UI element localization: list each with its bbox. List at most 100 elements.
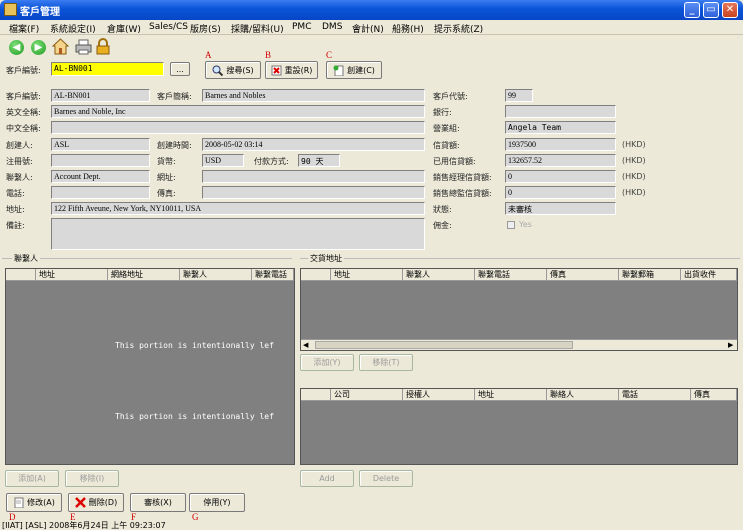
column-header[interactable]: 網絡地址 bbox=[108, 269, 180, 280]
search-button[interactable]: 搜尋(S) bbox=[205, 61, 261, 79]
shipping-horizontal-scrollbar[interactable]: ◀ ▶ bbox=[301, 339, 737, 350]
lock-icon[interactable] bbox=[96, 38, 110, 55]
companies-grid[interactable]: 公司 授權人 地址 聯絡人 電話 傳真 bbox=[300, 388, 738, 465]
director-credit-field[interactable]: 0 bbox=[505, 186, 616, 199]
manager-credit-field[interactable]: 0 bbox=[505, 170, 616, 183]
column-header[interactable]: 聯絡人 bbox=[547, 389, 619, 400]
contact-add-button[interactable]: 添加(A) bbox=[5, 470, 59, 487]
browse-button[interactable]: ... bbox=[170, 62, 190, 76]
window-title: 客戶管理 bbox=[20, 7, 60, 18]
menu-accounting[interactable]: 會計(N) bbox=[352, 22, 384, 35]
commission-checkbox[interactable] bbox=[507, 221, 515, 229]
creator-label: 創建人: bbox=[6, 141, 33, 150]
new-document-icon bbox=[333, 65, 344, 76]
shipping-remove-button[interactable]: 移除(T) bbox=[359, 354, 413, 371]
column-header[interactable]: 地址 bbox=[331, 269, 403, 280]
scroll-right-icon[interactable]: ▶ bbox=[728, 341, 733, 349]
forward-icon[interactable]: ▶ bbox=[31, 40, 46, 55]
phone-field[interactable] bbox=[51, 186, 150, 199]
menu-shipping[interactable]: 船務(H) bbox=[392, 22, 424, 35]
cn-name-field[interactable] bbox=[51, 121, 425, 134]
credit-used-currency: (HKD) bbox=[622, 156, 646, 165]
remark-field[interactable] bbox=[51, 218, 425, 250]
minimize-button[interactable]: _ bbox=[684, 2, 700, 18]
customer-code-search-label: 客戶編號: bbox=[6, 66, 41, 75]
column-header[interactable]: 聯繫人 bbox=[403, 269, 475, 280]
shipping-grid[interactable]: 地址 聯繫人 聯繫電話 傳真 聯繫郵箱 出貨收件 ◀ ▶ bbox=[300, 268, 738, 351]
disable-button[interactable]: 停用(Y) bbox=[189, 493, 245, 512]
contact-label: 聯繫人: bbox=[6, 173, 33, 182]
search-button-label: 搜尋(S) bbox=[226, 65, 254, 75]
column-header[interactable]: 聯繫郵箱 bbox=[619, 269, 681, 280]
payment-label: 付款方式: bbox=[254, 157, 289, 166]
en-name-field[interactable]: Barnes and Noble, Inc bbox=[51, 105, 425, 118]
menu-file[interactable]: 檔案(F) bbox=[9, 22, 39, 35]
modify-button[interactable]: 修改(A) bbox=[6, 493, 62, 512]
column-header[interactable]: 傳真 bbox=[691, 389, 737, 400]
payment-field[interactable]: 90 天 bbox=[298, 154, 340, 167]
fax-label: 傳真: bbox=[157, 189, 176, 198]
sales-group-field[interactable]: Angela Team bbox=[505, 121, 616, 134]
delete-button[interactable]: 刪除(D) bbox=[68, 493, 124, 512]
creator-field[interactable]: ASL bbox=[51, 138, 150, 151]
code-field[interactable]: AL-BN001 bbox=[51, 89, 150, 102]
currency-label: 貨幣: bbox=[157, 157, 176, 166]
currency-field[interactable]: USD bbox=[202, 154, 244, 167]
credit-field[interactable]: 1937500 bbox=[505, 138, 616, 151]
scroll-thumb[interactable] bbox=[315, 341, 573, 349]
column-header[interactable]: 地址 bbox=[36, 269, 108, 280]
column-header[interactable]: 聯繫電話 bbox=[475, 269, 547, 280]
back-icon[interactable]: ◀ bbox=[9, 40, 24, 55]
registration-field[interactable] bbox=[51, 154, 150, 167]
customer-id-field[interactable]: 99 bbox=[505, 89, 533, 102]
column-header[interactable]: 授權人 bbox=[403, 389, 475, 400]
edit-document-icon bbox=[13, 497, 24, 509]
menu-warehouse[interactable]: 倉庫(W) bbox=[107, 22, 141, 35]
remark-label: 備註: bbox=[6, 221, 25, 230]
bank-field[interactable] bbox=[505, 105, 616, 118]
column-header[interactable]: 地址 bbox=[475, 389, 547, 400]
contact-field[interactable]: Account Dept. bbox=[51, 170, 150, 183]
reset-button[interactable]: 重設(R) bbox=[265, 61, 318, 79]
fax-field[interactable] bbox=[202, 186, 425, 199]
short-name-field[interactable]: Barnes and Nobles bbox=[202, 89, 425, 102]
credit-used-field[interactable]: 132657.52 bbox=[505, 154, 616, 167]
company-add-button[interactable]: Add bbox=[300, 470, 354, 487]
home-icon[interactable] bbox=[51, 38, 70, 55]
menu-purchase[interactable]: 採購/留料(U) bbox=[231, 22, 284, 35]
printer-icon[interactable] bbox=[75, 39, 92, 55]
column-header[interactable]: 公司 bbox=[331, 389, 403, 400]
menu-dms[interactable]: DMS bbox=[322, 22, 342, 32]
bank-label: 銀行: bbox=[433, 108, 452, 117]
created-time-field[interactable]: 2008-05-02 03:14 bbox=[202, 138, 425, 151]
magnifier-icon bbox=[212, 65, 224, 76]
menu-pmc[interactable]: PMC bbox=[292, 22, 311, 32]
column-header[interactable]: 傳真 bbox=[547, 269, 619, 280]
column-header[interactable]: 電話 bbox=[619, 389, 691, 400]
customer-id-label: 客戶代號: bbox=[433, 92, 468, 101]
close-button[interactable]: ✕ bbox=[722, 2, 738, 18]
scroll-left-icon[interactable]: ◀ bbox=[303, 341, 308, 349]
column-header[interactable]: 出貨收件 bbox=[681, 269, 737, 280]
column-header[interactable]: 聯繫電話 bbox=[252, 269, 294, 280]
menu-bar: 檔案(F) 系統設定(I) 倉庫(W) Sales/CS 版房(S) 採購/留料… bbox=[0, 20, 743, 35]
shipping-add-button[interactable]: 添加(Y) bbox=[300, 354, 354, 371]
credit-used-label: 已用信貸額: bbox=[433, 157, 476, 166]
maximize-button[interactable]: ▭ bbox=[703, 2, 719, 18]
column-header[interactable]: 聯繫人 bbox=[180, 269, 252, 280]
create-button[interactable]: 創建(C) bbox=[326, 61, 382, 79]
customer-code-search-input[interactable]: AL-BN001 bbox=[51, 62, 164, 76]
contact-remove-button[interactable]: 移除(I) bbox=[65, 470, 119, 487]
commission-checkbox-label: Yes bbox=[519, 220, 532, 229]
website-field[interactable] bbox=[202, 170, 425, 183]
address-field[interactable]: 122 Fifth Aveune, New York, NY10011, USA bbox=[51, 202, 425, 215]
menu-sample[interactable]: 版房(S) bbox=[190, 22, 221, 35]
menu-reminder[interactable]: 提示系統(Z) bbox=[434, 22, 483, 35]
menu-sales[interactable]: Sales/CS bbox=[149, 22, 188, 32]
menu-system[interactable]: 系統設定(I) bbox=[50, 22, 96, 35]
review-button[interactable]: 審核(X) bbox=[130, 493, 186, 512]
status-field[interactable]: 未審核 bbox=[505, 202, 616, 215]
contacts-grid[interactable]: 地址 網絡地址 聯繫人 聯繫電話 This portion is intenti… bbox=[5, 268, 295, 465]
company-delete-button[interactable]: Delete bbox=[359, 470, 413, 487]
status-bar-text: [IIAT] [ASL] 2008年6月24日 上午 09:23:07 bbox=[2, 521, 166, 530]
